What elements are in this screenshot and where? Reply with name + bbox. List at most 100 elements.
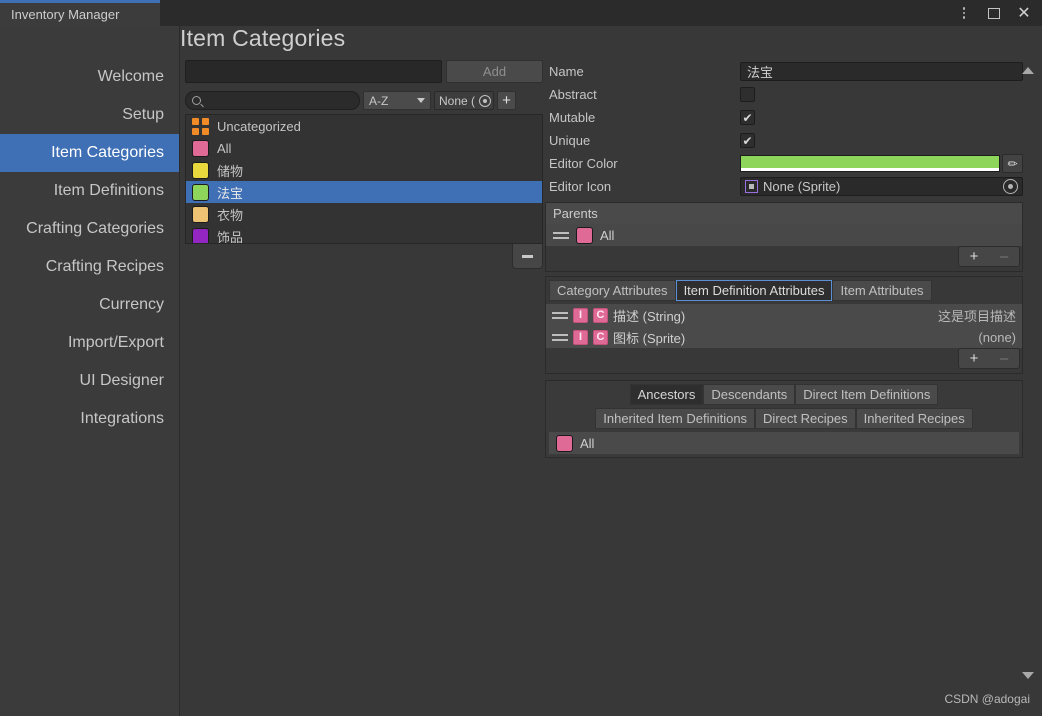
parents-list: All [546,224,1022,246]
editor-icon-label: Editor Icon [549,179,612,194]
unique-checkbox[interactable]: ✔ [740,133,755,148]
remove-attribute-button[interactable]: – [989,349,1019,368]
tab-category-attributes[interactable]: Category Attributes [549,280,676,301]
mutable-checkbox[interactable]: ✔ [740,110,755,125]
new-category-name-input[interactable] [185,60,442,83]
tab-inherited-recipes[interactable]: Inherited Recipes [855,408,973,429]
eyedropper-icon[interactable]: ✏ [1002,154,1023,173]
search-field[interactable] [185,91,360,110]
list-item[interactable]: 储物 [186,159,542,181]
abstract-row: Abstract [545,83,1023,106]
sidebar-item-setup[interactable]: Setup [0,96,179,134]
sidebar-item-label: UI Designer [79,372,164,389]
inherit-badge-icon: I [573,307,588,323]
window-tab-label: Inventory Manager [11,7,120,22]
tab-direct-item-definitions[interactable]: Direct Item Definitions [795,384,939,405]
attributes-add-remove-group: + – [958,348,1020,369]
editor-icon-object-field[interactable]: None (Sprite) [740,177,1023,196]
sidebar-item-import-export[interactable]: Import/Export [0,324,179,362]
remove-parent-button[interactable]: – [989,247,1019,266]
editor-icon-value: None (Sprite) [763,179,841,194]
sidebar-item-item-categories[interactable]: Item Categories [0,134,179,172]
scroll-up-arrow-icon[interactable] [1022,67,1034,74]
list-item-label: 衣物 [217,207,244,223]
sort-order-dropdown[interactable]: A-Z [363,91,431,110]
list-item[interactable]: All [186,137,542,159]
sidebar-item-label: Integrations [80,410,164,427]
sidebar-item-currency[interactable]: Currency [0,286,179,324]
abstract-checkbox[interactable] [740,87,755,102]
uncategorized-icon [192,117,209,135]
tab-inherited-item-definitions[interactable]: Inherited Item Definitions [595,408,756,429]
name-input[interactable]: 法宝 [740,62,1023,81]
sidebar-item-crafting-categories[interactable]: Crafting Categories [0,210,179,248]
page-title: Item Categories [180,25,346,51]
list-item-selected[interactable]: 法宝 [186,181,542,203]
drag-handle-icon[interactable] [552,333,568,341]
relation-item[interactable]: All [549,432,1019,454]
sidebar-item-integrations[interactable]: Integrations [0,400,179,438]
sidebar-item-welcome[interactable]: Welcome [0,58,179,96]
color-swatch-icon [192,227,209,243]
tab-ancestors[interactable]: Ancestors [629,384,704,405]
attribute-row[interactable]: I C 描述 (String) 这是项目描述 [546,304,1022,326]
object-picker-icon[interactable] [1003,179,1018,194]
sidebar-item-label: Import/Export [67,334,164,351]
list-item-label: 法宝 [217,185,244,201]
add-category-row: Add [185,60,543,83]
list-item[interactable]: Uncategorized [186,115,542,137]
abstract-label: Abstract [549,87,597,102]
add-filter-button[interactable]: + [497,91,516,110]
category-badge-icon: C [593,307,608,323]
kebab-menu-icon[interactable] [954,3,974,23]
relation-item-label: All [580,435,595,451]
maximize-icon[interactable] [984,3,1004,23]
mutable-label: Mutable [549,110,596,125]
tab-direct-recipes[interactable]: Direct Recipes [755,408,856,429]
sidebar-item-crafting-recipes[interactable]: Crafting Recipes [0,248,179,286]
list-item-label: Uncategorized [217,118,301,134]
sidebar-item-label: Currency [99,296,164,313]
window-titlebar: Inventory Manager ✕ [0,0,1042,26]
filter-object-field[interactable]: None ( [434,91,494,110]
sidebar-item-label: Setup [122,106,164,123]
list-item-label: 饰品 [217,229,244,244]
name-row: Name 法宝 [545,60,1023,83]
sidebar-item-label: Item Categories [51,144,164,161]
attribute-tabbar: Category Attributes Item Definition Attr… [546,277,1022,304]
sidebar-item-label: Crafting Categories [26,220,164,237]
relation-tabbar-row-2: Inherited Item Definitions Direct Recipe… [549,408,1019,429]
list-item[interactable]: 衣物 [186,203,542,225]
attribute-row[interactable]: I C 图标 (Sprite) (none) [546,326,1022,348]
window-controls: ✕ [954,0,1034,26]
relation-tabbar-row-1: Ancestors Descendants Direct Item Defini… [549,384,1019,405]
tab-item-attributes[interactable]: Item Attributes [832,280,932,301]
name-label: Name [549,64,584,79]
list-footer [185,244,543,274]
add-attribute-button[interactable]: + [959,349,989,368]
sidebar-item-ui-designer[interactable]: UI Designer [0,362,179,400]
remove-category-button[interactable] [512,244,543,269]
window-tab-inventory-manager[interactable]: Inventory Manager [0,0,160,26]
color-swatch-icon [192,205,209,223]
parent-item[interactable]: All [546,224,1022,246]
add-parent-button[interactable]: + [959,247,989,266]
scroll-down-arrow-icon[interactable] [1022,672,1034,679]
parents-add-remove-group: + – [958,246,1020,267]
editor-color-swatch[interactable] [740,155,1000,172]
category-badge-icon: C [593,329,608,345]
object-picker-icon[interactable] [479,94,491,107]
search-input[interactable] [201,94,359,107]
add-button[interactable]: Add [446,60,543,83]
drag-handle-icon[interactable] [552,311,568,319]
tab-descendants[interactable]: Descendants [703,384,796,405]
color-swatch-icon [192,161,209,179]
close-icon[interactable]: ✕ [1014,3,1034,23]
sidebar-item-item-definitions[interactable]: Item Definitions [0,172,179,210]
drag-handle-icon[interactable] [553,231,569,239]
color-swatch-icon [192,139,209,157]
editor-color-row: Editor Color ✏ [545,152,1023,175]
inherit-badge-icon: I [573,329,588,345]
tab-item-definition-attributes[interactable]: Item Definition Attributes [675,280,833,301]
list-item[interactable]: 饰品 [186,225,542,244]
